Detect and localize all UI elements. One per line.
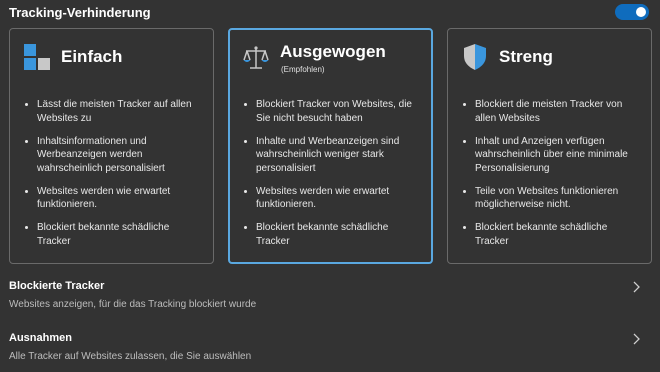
list-item: Inhaltsinformationen und Werbeanzeigen w… <box>23 135 205 176</box>
list-item: Websites werden wie erwartet funktionier… <box>242 185 423 212</box>
tracking-header: Tracking-Verhinderung <box>9 0 651 24</box>
list-item: Lässt die meisten Tracker auf allen Webs… <box>23 98 205 125</box>
row-title: Ausnahmen <box>9 332 72 344</box>
toggle-knob <box>636 7 646 17</box>
card-strict[interactable]: Streng Blockiert die meisten Tracker von… <box>447 28 652 264</box>
list-item: Teile von Websites funktionieren möglich… <box>461 185 643 212</box>
list-item: Inhalt und Anzeigen verfügen wahrscheinl… <box>461 135 643 176</box>
chevron-right-icon <box>633 333 640 345</box>
blocked-trackers-row[interactable]: Blockierte Tracker Websites anzeigen, fü… <box>9 280 651 320</box>
list-item: Blockiert bekannte schädliche Tracker <box>461 221 643 248</box>
card-header: Einfach <box>10 29 213 85</box>
card-bullet-list: Lässt die meisten Tracker auf allen Webs… <box>23 98 205 258</box>
list-item: Blockiert bekannte schädliche Tracker <box>242 221 423 248</box>
exceptions-row[interactable]: Ausnahmen Alle Tracker auf Websites zula… <box>9 332 651 372</box>
page-title: Tracking-Verhinderung <box>9 4 151 20</box>
card-balanced[interactable]: Ausgewogen (Empfohlen) Blockiert Tracker… <box>228 28 433 264</box>
list-item: Blockiert die meisten Tracker von allen … <box>461 98 643 125</box>
balance-scale-icon <box>243 46 269 69</box>
card-subtitle: (Empfohlen) <box>281 65 325 74</box>
row-description: Websites anzeigen, für die das Tracking … <box>9 299 257 310</box>
card-header: Streng <box>448 29 651 85</box>
card-title: Einfach <box>61 47 123 66</box>
chevron-right-icon <box>633 281 640 293</box>
list-item: Inhalte und Werbeanzeigen sind wahrschei… <box>242 135 423 176</box>
card-basic[interactable]: Einfach Lässt die meisten Tracker auf al… <box>9 28 214 264</box>
card-title: Streng <box>499 47 553 66</box>
card-title: Ausgewogen <box>280 42 386 61</box>
list-item: Websites werden wie erwartet funktionier… <box>23 185 205 212</box>
card-header: Ausgewogen (Empfohlen) <box>230 30 431 86</box>
card-bullet-list: Blockiert die meisten Tracker von allen … <box>461 98 643 258</box>
list-item: Blockiert bekannte schädliche Tracker <box>23 221 205 248</box>
shield-icon <box>464 44 486 70</box>
tracking-level-cards: Einfach Lässt die meisten Tracker auf al… <box>9 28 652 264</box>
basic-blocks-icon <box>24 44 50 70</box>
tracking-prevention-panel: Tracking-Verhinderung Einfach Lässt die … <box>0 0 660 372</box>
tracking-prevention-toggle[interactable] <box>615 4 649 20</box>
row-title: Blockierte Tracker <box>9 280 105 292</box>
row-description: Alle Tracker auf Websites zulassen, die … <box>9 351 252 362</box>
list-item: Blockiert Tracker von Websites, die Sie … <box>242 98 423 125</box>
card-bullet-list: Blockiert Tracker von Websites, die Sie … <box>242 98 423 258</box>
